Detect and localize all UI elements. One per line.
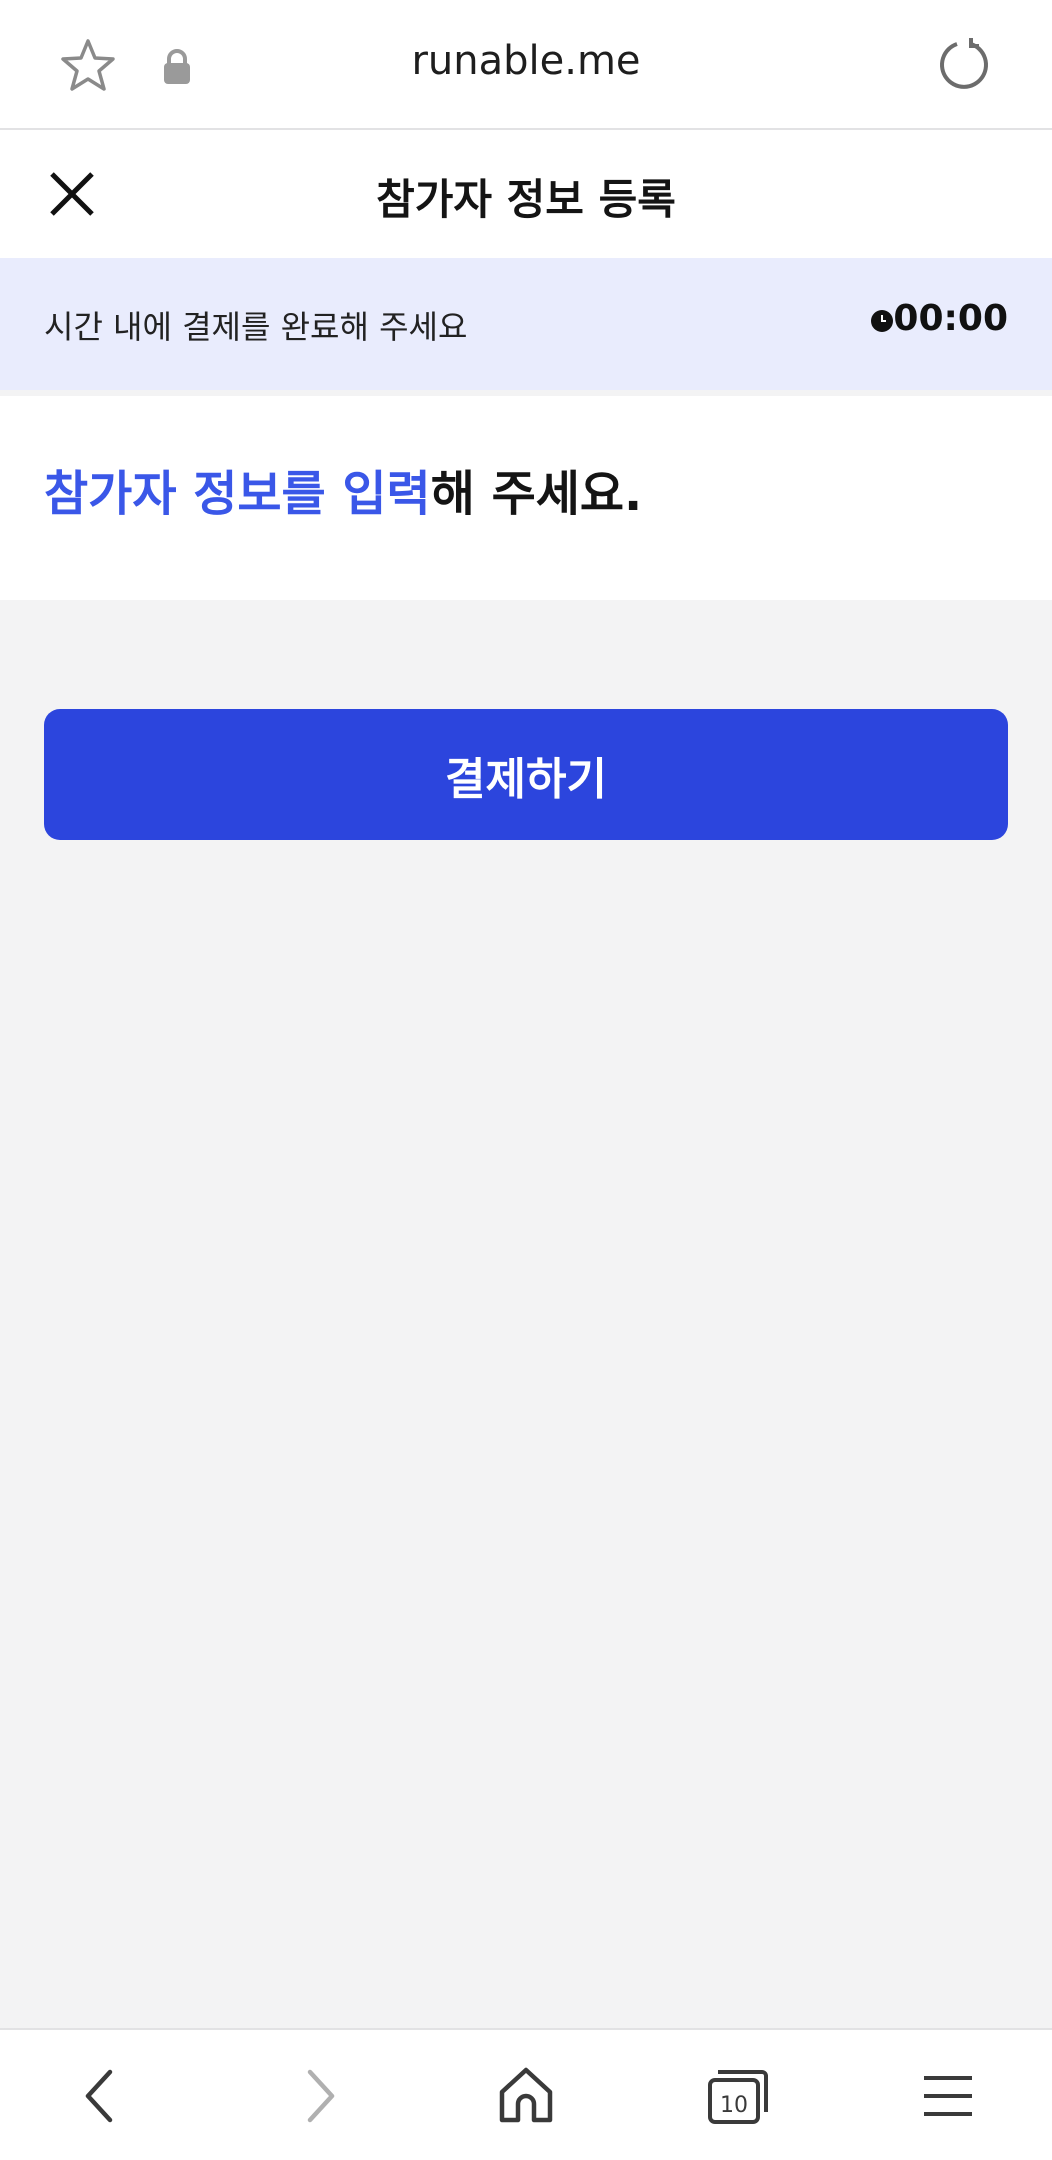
intro-heading: 참가자 정보를 입력해 주세요.: [44, 454, 642, 524]
browser-address-bar: runable.me: [0, 0, 1052, 130]
browser-bottom-nav: 10: [0, 2028, 1052, 2160]
intro-heading-highlight: 참가자 정보를 입력: [44, 466, 431, 522]
tabs-count: 10: [720, 2093, 748, 2118]
url-field[interactable]: runable.me: [0, 38, 1052, 84]
app-header: 참가자 정보 등록: [0, 130, 1052, 258]
tabs-icon[interactable]: 10: [700, 2058, 776, 2134]
intro-heading-rest: 해 주세요.: [430, 466, 643, 522]
menu-icon[interactable]: [910, 2058, 986, 2134]
pay-button[interactable]: 결제하기: [44, 709, 1008, 840]
forward-icon[interactable]: [280, 2058, 356, 2134]
back-icon[interactable]: [64, 2058, 140, 2134]
timer-message: 시간 내에 결제를 완료해 주세요: [44, 308, 468, 346]
timer-value: 00:00: [893, 298, 1008, 339]
intro-card: 참가자 정보를 입력해 주세요.: [0, 396, 1052, 600]
clock-icon: [870, 309, 894, 337]
home-icon[interactable]: [488, 2058, 564, 2134]
timer-banner: 시간 내에 결제를 완료해 주세요 00:00: [0, 258, 1052, 390]
reload-icon[interactable]: [935, 36, 993, 94]
page-title: 참가자 정보 등록: [376, 175, 676, 224]
